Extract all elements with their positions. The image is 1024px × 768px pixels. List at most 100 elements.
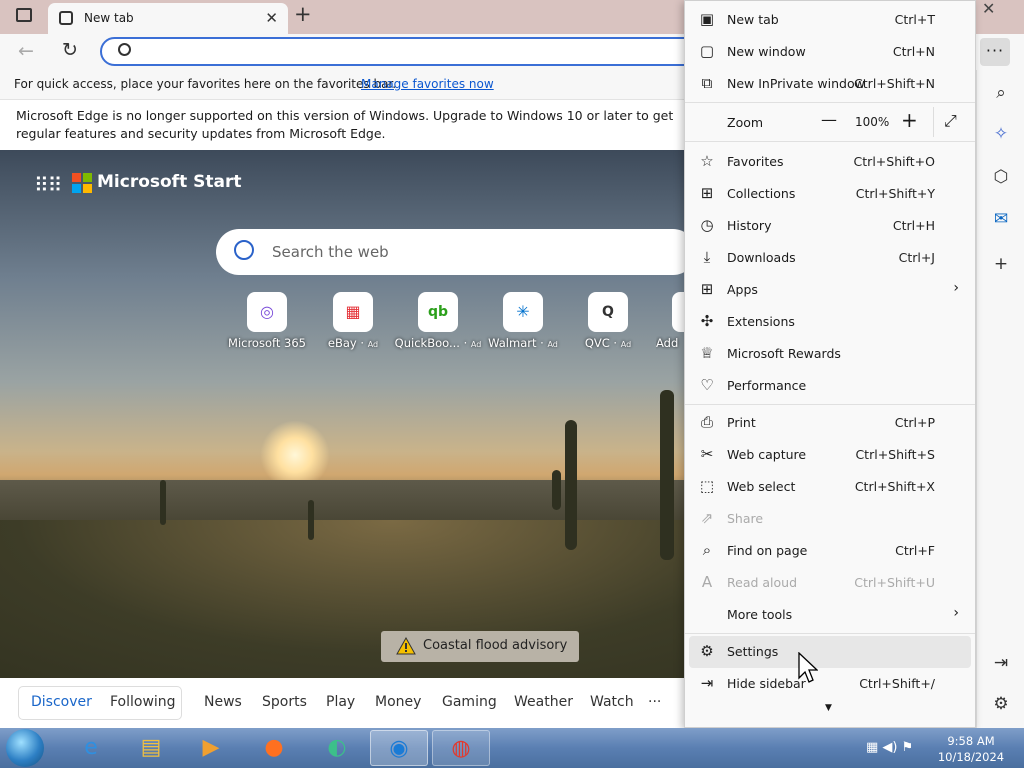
nav-gaming[interactable]: Gaming (442, 694, 497, 710)
apps-icon: ⊞ (700, 280, 714, 298)
infobar-text: Microsoft Edge is no longer supported on… (16, 108, 674, 141)
menu-item-hide-sidebar[interactable]: ⇥ Hide sidebar Ctrl+Shift+/ (685, 668, 975, 700)
hide-sidebar-icon: ⇥ (700, 674, 714, 692)
address-bar[interactable] (100, 37, 700, 66)
menu-item-web-select[interactable]: ⬚ Web select Ctrl+Shift+X (685, 471, 975, 503)
nav-more[interactable]: ··· (648, 694, 661, 710)
web-select-icon: ⬚ (699, 477, 715, 495)
zoom-out-button[interactable]: — (821, 110, 837, 129)
history-icon: ◷ (700, 216, 714, 234)
nav-play[interactable]: Play (326, 694, 355, 710)
menu-item-new-window[interactable]: ▢ New window Ctrl+N (685, 36, 975, 68)
nav-watch[interactable]: Watch (590, 694, 634, 710)
clock-time: 9:58 AM (947, 734, 995, 748)
menu-item-history[interactable]: ◷ History Ctrl+H (685, 210, 975, 242)
tab-actions-icon[interactable] (16, 8, 32, 22)
outlook-icon[interactable]: ✉ (988, 209, 1014, 229)
zoom-level: 100% (855, 115, 890, 129)
add-icon[interactable] (672, 292, 684, 332)
system-tray[interactable]: ▦ ◀) ⚑ (866, 740, 913, 755)
settings-and-more-button[interactable]: ··· (980, 38, 1010, 66)
menu-item-more-tools[interactable]: More tools › (685, 599, 975, 631)
sidebar-toggle-icon[interactable]: ⇥ (988, 653, 1014, 673)
new-tab-page-icon (59, 11, 73, 25)
menu-item-zoom: Zoom — 100% + ⤢ (685, 107, 975, 139)
menu-item-share: ⇗ Share (685, 503, 975, 535)
new-window-icon: ▢ (699, 42, 715, 60)
microsoft-365-icon[interactable]: ◎ (247, 292, 287, 332)
new-tab-button[interactable]: + (294, 2, 312, 26)
back-arrow-icon[interactable]: ← (18, 40, 34, 62)
tile-label: QVC · Ad (584, 336, 632, 350)
gear-icon: ⚙ (700, 642, 714, 660)
extensions-icon: ✣ (700, 312, 714, 330)
chevron-right-icon: › (953, 605, 959, 621)
favorites-bar-hint: For quick access, place your favorites h… (14, 77, 397, 91)
web-search-placeholder: Search the web (272, 243, 389, 261)
menu-item-apps[interactable]: ⊞ Apps › (685, 274, 975, 306)
internet-explorer-icon[interactable]: e (66, 730, 116, 766)
fullscreen-icon[interactable]: ⤢ (944, 111, 957, 131)
web-capture-icon: ✂ (700, 445, 714, 463)
quickbooks-icon[interactable]: qb (418, 292, 458, 332)
nav-discover[interactable]: Discover (31, 694, 92, 710)
app-launcher-icon[interactable]: ⠿⠿ (34, 173, 62, 197)
star-icon: ☆ (700, 152, 714, 170)
microsoft-start-brand: Microsoft Start (97, 172, 242, 192)
menu-item-new-inprivate-window[interactable]: ⧉ New InPrivate window Ctrl+Shift+N (685, 68, 975, 100)
cactus (565, 420, 577, 550)
qvc-icon[interactable]: Q (588, 292, 628, 332)
performance-icon: ♡ (700, 376, 714, 394)
download-icon: ⤓ (703, 248, 711, 266)
menu-item-performance[interactable]: ♡ Performance (685, 370, 975, 402)
shopping-icon[interactable]: ⬡ (988, 167, 1014, 187)
edge-icon[interactable]: ◉ (370, 730, 428, 766)
add-sidebar-app-icon[interactable]: + (988, 254, 1014, 274)
scroll-down-icon[interactable]: ▼ (825, 703, 832, 713)
menu-item-collections[interactable]: ⊞ Collections Ctrl+Shift+Y (685, 178, 975, 210)
ebay-icon[interactable]: ▦ (333, 292, 373, 332)
warning-icon (396, 637, 416, 655)
menu-item-microsoft-rewards[interactable]: ♕ Microsoft Rewards (685, 338, 975, 370)
close-tab-icon[interactable]: ✕ (265, 9, 278, 27)
nav-news[interactable]: News (204, 694, 242, 710)
nav-following[interactable]: Following (110, 694, 176, 710)
manage-favorites-link[interactable]: Manage favorites now (361, 77, 494, 91)
tab-new-tab[interactable]: New tab ✕ (48, 3, 288, 34)
walmart-icon[interactable]: ✳ (503, 292, 543, 332)
chevron-right-icon: › (953, 280, 959, 296)
search-icon (234, 240, 254, 260)
inprivate-icon: ⧉ (701, 74, 713, 92)
zoom-in-button[interactable]: + (901, 108, 918, 132)
taskbar-clock[interactable]: 9:58 AM 10/18/2024 (928, 733, 1014, 765)
menu-item-find-on-page[interactable]: ⌕ Find on page Ctrl+F (685, 535, 975, 567)
window-close-icon[interactable]: ✕ (982, 0, 995, 18)
file-explorer-icon[interactable]: ▤ (126, 730, 176, 766)
edge-beta-icon[interactable]: ◐ (312, 730, 362, 766)
rewards-icon: ♕ (700, 344, 714, 362)
cactus (160, 480, 166, 525)
new-tab-icon: ▣ (699, 10, 715, 28)
nav-weather[interactable]: Weather (514, 694, 573, 710)
menu-item-new-tab[interactable]: ▣ New tab Ctrl+T (685, 4, 975, 36)
start-button[interactable] (6, 729, 44, 767)
menu-item-print[interactable]: ⎙ Print Ctrl+P (685, 407, 975, 439)
refresh-icon[interactable]: ↻ (62, 39, 78, 61)
menu-item-favorites[interactable]: ☆ Favorites Ctrl+Shift+O (685, 146, 975, 178)
read-aloud-icon: A (701, 573, 713, 591)
search-icon[interactable]: ⌕ (988, 83, 1014, 103)
cactus-arm (552, 470, 561, 510)
media-player-icon[interactable]: ▶ (186, 730, 236, 766)
menu-item-settings[interactable]: ⚙ Settings (689, 636, 971, 668)
menu-item-extensions[interactable]: ✣ Extensions (685, 306, 975, 338)
cactus (660, 390, 674, 560)
menu-item-downloads[interactable]: ⤓ Downloads Ctrl+J (685, 242, 975, 274)
chrome-icon[interactable]: ◍ (432, 730, 490, 766)
firefox-icon[interactable]: ● (249, 730, 299, 766)
nav-money[interactable]: Money (375, 694, 421, 710)
nav-sports[interactable]: Sports (262, 694, 307, 710)
gear-icon[interactable]: ⚙ (988, 694, 1014, 714)
copilot-icon[interactable]: ✧ (988, 124, 1014, 144)
tile-label: Microsoft 365 (228, 336, 306, 350)
menu-item-web-capture[interactable]: ✂ Web capture Ctrl+Shift+S (685, 439, 975, 471)
